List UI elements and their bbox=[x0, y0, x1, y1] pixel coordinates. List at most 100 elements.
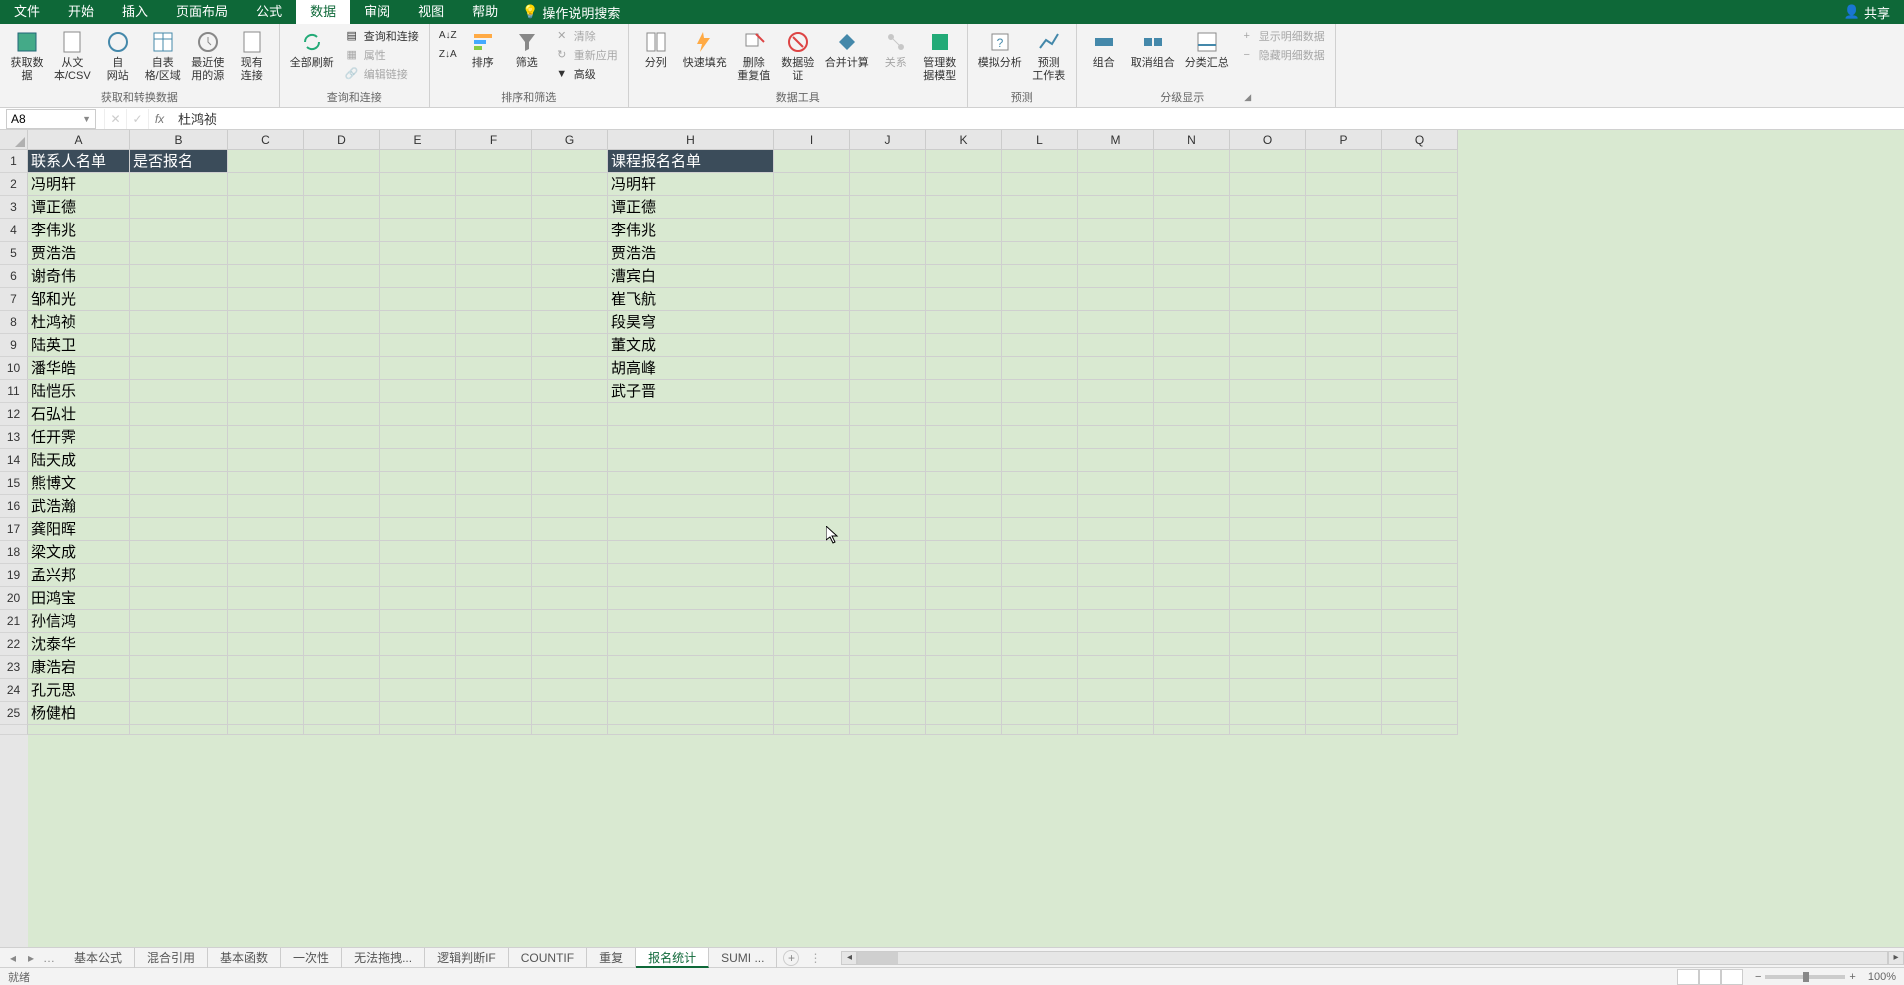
cell-B24[interactable] bbox=[130, 679, 228, 702]
whatif-button[interactable]: ?模拟分析 bbox=[974, 26, 1026, 72]
menu-pagelayout[interactable]: 页面布局 bbox=[162, 0, 242, 24]
cell-J22[interactable] bbox=[850, 633, 926, 656]
sheet-tab-0[interactable]: 基本公式 bbox=[62, 948, 135, 968]
cell-D13[interactable] bbox=[304, 426, 380, 449]
cell-J4[interactable] bbox=[850, 219, 926, 242]
cell-J26[interactable] bbox=[850, 725, 926, 735]
cell-C7[interactable] bbox=[228, 288, 304, 311]
cell-O26[interactable] bbox=[1230, 725, 1306, 735]
row-header-15[interactable]: 15 bbox=[0, 472, 28, 495]
menu-help[interactable]: 帮助 bbox=[458, 0, 512, 24]
column-header-A[interactable]: A bbox=[28, 130, 130, 150]
cell-D26[interactable] bbox=[304, 725, 380, 735]
cell-B11[interactable] bbox=[130, 380, 228, 403]
cell-O7[interactable] bbox=[1230, 288, 1306, 311]
cell-L5[interactable] bbox=[1002, 242, 1078, 265]
cell-J25[interactable] bbox=[850, 702, 926, 725]
cell-G19[interactable] bbox=[532, 564, 608, 587]
cell-B1[interactable]: 是否报名 bbox=[130, 150, 228, 173]
cell-N14[interactable] bbox=[1154, 449, 1230, 472]
cell-E1[interactable] bbox=[380, 150, 456, 173]
queries-conn-button[interactable]: ▤查询和连接 bbox=[340, 26, 423, 45]
existing-conn-button[interactable]: 现有连接 bbox=[231, 26, 273, 85]
cell-H2[interactable]: 冯明轩 bbox=[608, 173, 774, 196]
cell-F22[interactable] bbox=[456, 633, 532, 656]
cell-G22[interactable] bbox=[532, 633, 608, 656]
cell-G23[interactable] bbox=[532, 656, 608, 679]
cell-A17[interactable]: 龚阳晖 bbox=[28, 518, 130, 541]
cell-L21[interactable] bbox=[1002, 610, 1078, 633]
cell-B20[interactable] bbox=[130, 587, 228, 610]
cell-N10[interactable] bbox=[1154, 357, 1230, 380]
cell-H18[interactable] bbox=[608, 541, 774, 564]
cell-O10[interactable] bbox=[1230, 357, 1306, 380]
cell-N12[interactable] bbox=[1154, 403, 1230, 426]
cell-Q26[interactable] bbox=[1382, 725, 1458, 735]
cell-B15[interactable] bbox=[130, 472, 228, 495]
cell-D5[interactable] bbox=[304, 242, 380, 265]
cell-J7[interactable] bbox=[850, 288, 926, 311]
cell-F6[interactable] bbox=[456, 265, 532, 288]
cell-K7[interactable] bbox=[926, 288, 1002, 311]
cell-A13[interactable]: 任开霁 bbox=[28, 426, 130, 449]
tell-me-search[interactable]: 💡 操作说明搜索 bbox=[522, 3, 620, 22]
cell-B2[interactable] bbox=[130, 173, 228, 196]
row-header-4[interactable]: 4 bbox=[0, 219, 28, 242]
cell-M12[interactable] bbox=[1078, 403, 1154, 426]
cell-I3[interactable] bbox=[774, 196, 850, 219]
cell-E15[interactable] bbox=[380, 472, 456, 495]
cell-H15[interactable] bbox=[608, 472, 774, 495]
cell-G15[interactable] bbox=[532, 472, 608, 495]
row-header-7[interactable]: 7 bbox=[0, 288, 28, 311]
cell-D19[interactable] bbox=[304, 564, 380, 587]
cell-K25[interactable] bbox=[926, 702, 1002, 725]
cell-G12[interactable] bbox=[532, 403, 608, 426]
cell-F24[interactable] bbox=[456, 679, 532, 702]
cell-M23[interactable] bbox=[1078, 656, 1154, 679]
row-header-9[interactable]: 9 bbox=[0, 334, 28, 357]
consolidate-button[interactable]: 合并计算 bbox=[821, 26, 873, 72]
cell-J17[interactable] bbox=[850, 518, 926, 541]
cell-Q24[interactable] bbox=[1382, 679, 1458, 702]
row-header-20[interactable]: 20 bbox=[0, 587, 28, 610]
sheet-tab-9[interactable]: SUMI ... bbox=[709, 948, 777, 968]
cell-I15[interactable] bbox=[774, 472, 850, 495]
cell-G26[interactable] bbox=[532, 725, 608, 735]
cell-G1[interactable] bbox=[532, 150, 608, 173]
cell-E8[interactable] bbox=[380, 311, 456, 334]
cell-O22[interactable] bbox=[1230, 633, 1306, 656]
cell-L25[interactable] bbox=[1002, 702, 1078, 725]
sheet-tab-7[interactable]: 重复 bbox=[587, 948, 636, 968]
column-header-M[interactable]: M bbox=[1078, 130, 1154, 150]
cell-K1[interactable] bbox=[926, 150, 1002, 173]
cell-K22[interactable] bbox=[926, 633, 1002, 656]
cell-B4[interactable] bbox=[130, 219, 228, 242]
cell-A16[interactable]: 武浩瀚 bbox=[28, 495, 130, 518]
cell-H12[interactable] bbox=[608, 403, 774, 426]
cell-N18[interactable] bbox=[1154, 541, 1230, 564]
row-header-8[interactable]: 8 bbox=[0, 311, 28, 334]
cell-A23[interactable]: 康浩宕 bbox=[28, 656, 130, 679]
cell-N22[interactable] bbox=[1154, 633, 1230, 656]
cell-L8[interactable] bbox=[1002, 311, 1078, 334]
cell-M7[interactable] bbox=[1078, 288, 1154, 311]
cell-P16[interactable] bbox=[1306, 495, 1382, 518]
cell-B22[interactable] bbox=[130, 633, 228, 656]
cell-N25[interactable] bbox=[1154, 702, 1230, 725]
cell-Q16[interactable] bbox=[1382, 495, 1458, 518]
cell-N1[interactable] bbox=[1154, 150, 1230, 173]
cell-I2[interactable] bbox=[774, 173, 850, 196]
cell-N6[interactable] bbox=[1154, 265, 1230, 288]
cell-H11[interactable]: 武子晋 bbox=[608, 380, 774, 403]
cell-D16[interactable] bbox=[304, 495, 380, 518]
column-header-H[interactable]: H bbox=[608, 130, 774, 150]
cell-B9[interactable] bbox=[130, 334, 228, 357]
cell-B12[interactable] bbox=[130, 403, 228, 426]
cell-H21[interactable] bbox=[608, 610, 774, 633]
cell-L9[interactable] bbox=[1002, 334, 1078, 357]
cell-B6[interactable] bbox=[130, 265, 228, 288]
confirm-edit-icon[interactable]: ✓ bbox=[126, 109, 148, 129]
view-page-layout-button[interactable] bbox=[1699, 969, 1721, 985]
cell-L23[interactable] bbox=[1002, 656, 1078, 679]
cell-J5[interactable] bbox=[850, 242, 926, 265]
